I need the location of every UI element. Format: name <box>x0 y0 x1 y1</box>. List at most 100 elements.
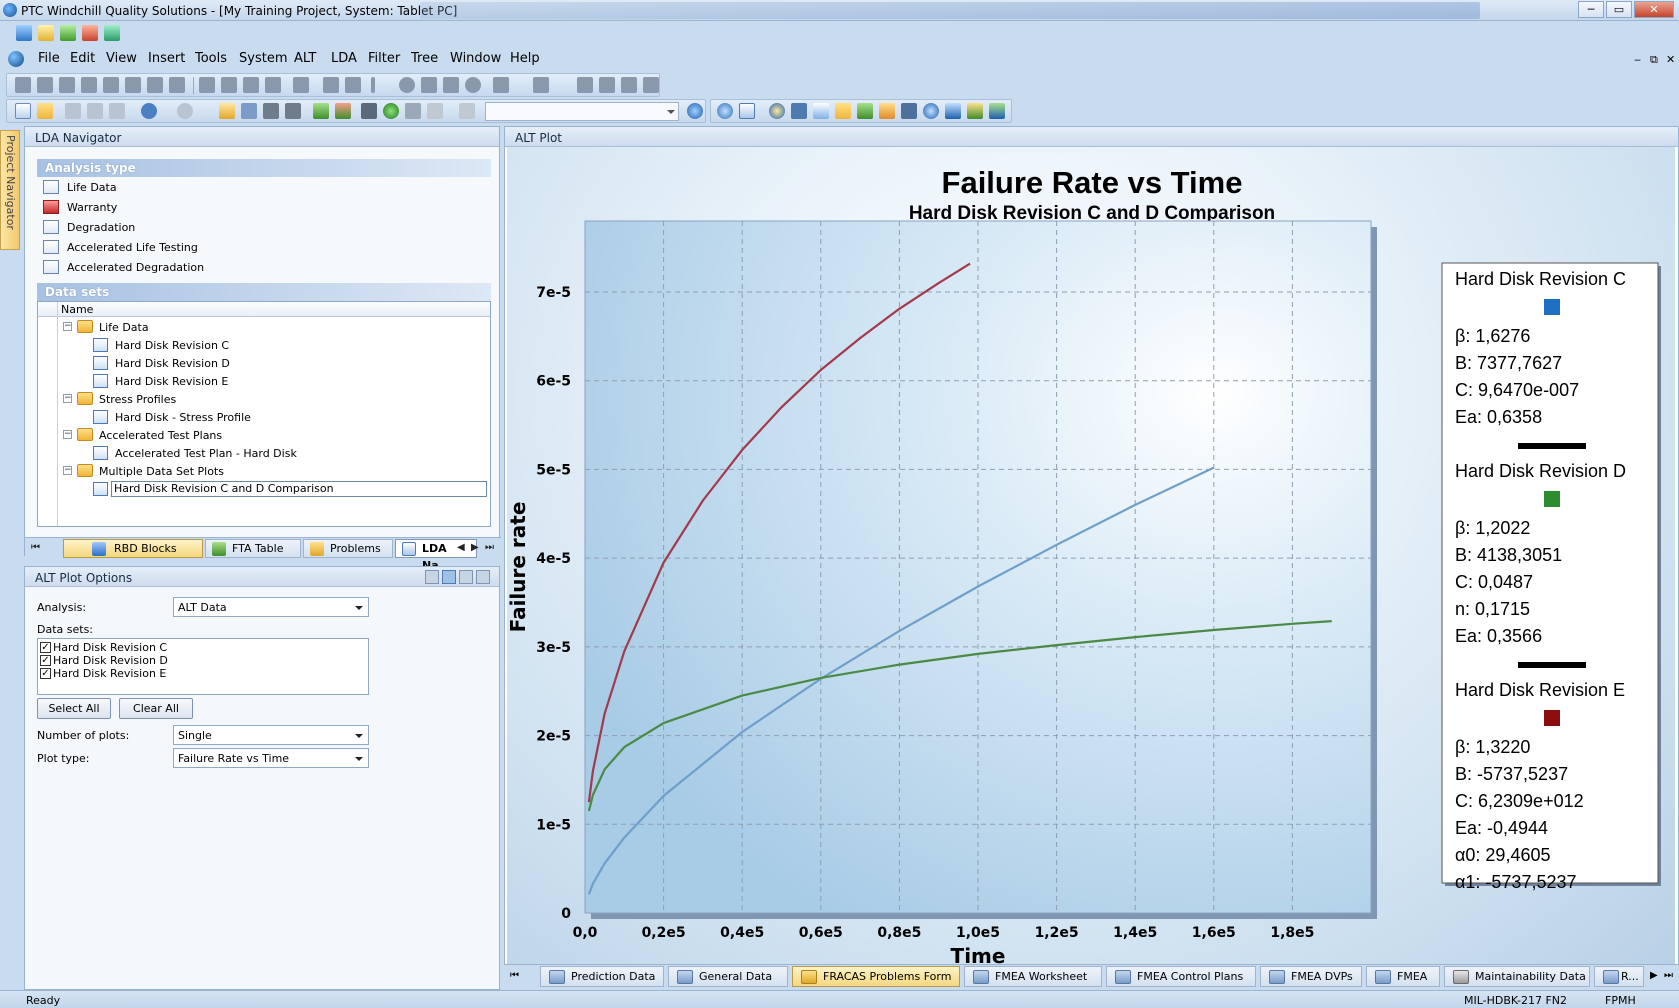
redo-icon[interactable] <box>177 103 193 119</box>
grid-icon[interactable] <box>813 103 829 119</box>
lambda-icon[interactable] <box>945 103 961 119</box>
menu-filter[interactable]: Filter <box>368 51 400 66</box>
tab-rbd-blocks[interactable]: RBD Blocks <box>63 539 203 558</box>
close-button[interactable]: ✕ <box>1634 1 1674 18</box>
checkbox-checked[interactable]: ✓ <box>40 655 51 666</box>
copy-view-icon[interactable] <box>459 570 473 584</box>
mdi-close-button[interactable]: ✕ <box>1666 53 1675 66</box>
project-navigator-tab[interactable]: Project Navigator <box>0 130 20 250</box>
hierarchy-icon[interactable] <box>791 103 807 119</box>
menu-edit[interactable]: Edit <box>70 51 95 66</box>
menu-file[interactable]: File <box>38 51 60 66</box>
folder-open-icon[interactable] <box>835 103 851 119</box>
menu-insert[interactable]: Insert <box>148 51 185 66</box>
or-gate-icon[interactable] <box>37 77 53 93</box>
find-icon[interactable] <box>263 103 279 119</box>
name-column-header[interactable]: Name <box>61 303 93 316</box>
split-view-icon[interactable] <box>739 103 755 119</box>
xor-gate-icon[interactable] <box>59 77 75 93</box>
sync-icon[interactable] <box>923 103 939 119</box>
filter-toolbar-icon[interactable] <box>459 103 475 119</box>
toolbar-combo[interactable] <box>485 102 679 121</box>
tab-general-data[interactable]: General Data <box>668 966 788 987</box>
filter-icon[interactable] <box>16 25 32 41</box>
tree-item-comparison[interactable]: Hard Disk Revision C and D Comparison <box>38 480 490 498</box>
datasets-checklist[interactable]: ✓ Hard Disk Revision C ✓ Hard Disk Revis… <box>37 638 369 695</box>
tab-last-button[interactable]: ⏭ <box>485 542 494 553</box>
inhibit-gate-icon[interactable] <box>103 77 119 93</box>
calculate-all-icon[interactable] <box>335 103 351 119</box>
select-all-button[interactable]: Select All <box>37 698 111 719</box>
sequence-gate-icon[interactable] <box>147 77 163 93</box>
analysis-select[interactable]: ALT Data <box>173 597 369 617</box>
tab-fmea-control-plans[interactable]: FMEA Control Plans <box>1106 966 1256 987</box>
forward-arrow-icon[interactable] <box>533 77 549 93</box>
collapse-icon[interactable]: − <box>63 322 72 331</box>
tab-problems[interactable]: Problems <box>303 539 393 558</box>
tree-item-rev-c[interactable]: Hard Disk Revision C <box>38 336 490 354</box>
tree-item-rev-e[interactable]: Hard Disk Revision E <box>38 372 490 390</box>
checkbox-checked[interactable]: ✓ <box>40 642 51 653</box>
data-sets-header[interactable]: Data sets <box>37 283 491 301</box>
app-logo-icon[interactable] <box>8 51 24 67</box>
checkbox-checked[interactable]: ✓ <box>40 668 51 679</box>
menu-lda[interactable]: LDA <box>331 51 357 66</box>
clear-all-button[interactable]: Clear All <box>119 698 193 719</box>
and-gate-icon[interactable] <box>15 77 31 93</box>
analysis-type-header[interactable]: Analysis type <box>37 159 491 177</box>
tree-icon[interactable] <box>857 103 873 119</box>
tab-maintainability-data[interactable]: Maintainability Data <box>1444 966 1590 987</box>
voting-gate-icon[interactable] <box>125 77 141 93</box>
undeveloped-event-icon[interactable] <box>421 77 437 93</box>
menu-system[interactable]: System <box>239 51 287 66</box>
minimize-button[interactable]: ─ <box>1578 1 1604 18</box>
diamond-event-icon[interactable] <box>243 77 259 93</box>
tab-fmea-worksheet[interactable]: FMEA Worksheet <box>964 966 1102 987</box>
chart-bar-icon[interactable] <box>967 103 983 119</box>
mdi-restore-button[interactable]: ⧉ <box>1650 53 1658 67</box>
check-icon[interactable] <box>405 103 421 119</box>
calculate-icon[interactable] <box>313 103 329 119</box>
bottom-tab-first-button[interactable]: ⏮ <box>510 970 519 981</box>
tree-item-test-plan[interactable]: Accelerated Test Plan - Hard Disk <box>38 444 490 462</box>
replace-icon[interactable] <box>285 103 301 119</box>
menu-window[interactable]: Window <box>450 51 501 66</box>
tab-prev-button[interactable]: ◀ <box>457 542 465 553</box>
print-icon[interactable] <box>219 103 235 119</box>
collapse-icon[interactable]: − <box>63 394 72 403</box>
tab-fmea-dvps[interactable]: FMEA DVPs <box>1260 966 1362 987</box>
next-icon[interactable] <box>621 77 637 93</box>
calculator-icon[interactable] <box>361 103 377 119</box>
refresh-icon[interactable] <box>769 103 785 119</box>
options-view-icon[interactable] <box>476 570 490 584</box>
tree-item-stress-profile[interactable]: Hard Disk - Stress Profile <box>38 408 490 426</box>
export-icon[interactable] <box>82 25 98 41</box>
collapse-icon[interactable]: − <box>63 430 72 439</box>
print-preview-icon[interactable] <box>241 103 257 119</box>
help-icon[interactable] <box>687 103 703 119</box>
triangle-out-icon[interactable] <box>345 77 361 93</box>
undo-icon[interactable] <box>141 103 157 119</box>
tab-more[interactable]: R... <box>1594 966 1644 987</box>
menu-tools[interactable]: Tools <box>195 51 227 66</box>
edit-doc-icon[interactable] <box>38 25 54 41</box>
back-arrow-icon[interactable] <box>493 77 509 93</box>
menu-tree[interactable]: Tree <box>411 51 438 66</box>
tree-folder-stress-profiles[interactable]: − Stress Profiles <box>38 390 490 408</box>
chart-icon[interactable] <box>60 25 76 41</box>
bottom-tab-next-button[interactable]: ▶ <box>1650 970 1658 981</box>
restore-button[interactable]: ▭ <box>1606 1 1632 18</box>
globe-icon[interactable] <box>383 103 399 119</box>
failure-rate-chart[interactable]: Failure Rate vs Time Hard Disk Revision C… <box>507 147 1675 965</box>
tree-folder-test-plans[interactable]: − Accelerated Test Plans <box>38 426 490 444</box>
plot-type-select[interactable]: Failure Rate vs Time <box>173 748 369 768</box>
menu-view[interactable]: View <box>106 51 137 66</box>
menu-help[interactable]: Help <box>510 51 540 66</box>
data-sets-tree[interactable]: Name − Life Data Hard Disk Revision C Ha… <box>37 301 491 527</box>
import-icon[interactable] <box>104 25 120 41</box>
tab-fmea[interactable]: FMEA <box>1366 966 1440 987</box>
collapse-icon[interactable]: − <box>63 466 72 475</box>
line-icon[interactable] <box>371 77 375 93</box>
plot-icon[interactable] <box>989 103 1005 119</box>
new-icon[interactable] <box>15 103 31 119</box>
